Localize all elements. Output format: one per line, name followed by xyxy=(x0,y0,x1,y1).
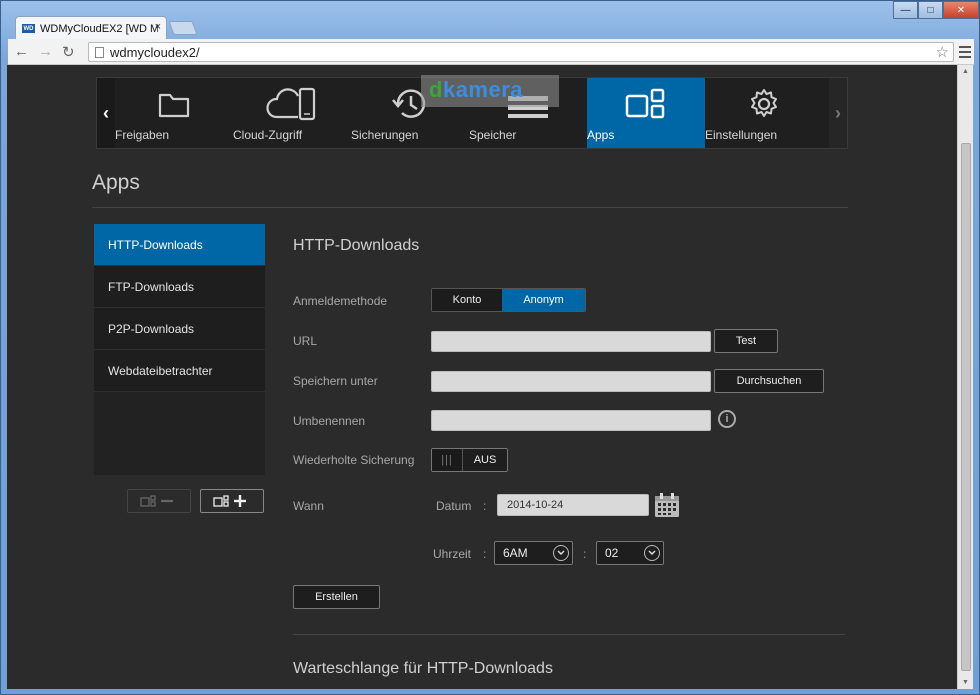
nav-item-freigaben[interactable]: Freigaben xyxy=(115,78,233,148)
rename-input[interactable] xyxy=(431,410,711,431)
sidebar-item-p2p-downloads[interactable]: P2P-Downloads xyxy=(94,308,265,350)
nav-label: Speicher xyxy=(469,128,517,142)
time-colon: : xyxy=(483,547,487,561)
window-close-button[interactable]: ✕ xyxy=(943,1,979,19)
title-divider xyxy=(92,207,848,208)
date-colon: : xyxy=(483,499,487,513)
nav-label: Sicherungen xyxy=(351,128,419,142)
login-option-anonym[interactable]: Anonym xyxy=(502,289,585,311)
url-text: wdmycloudex2/ xyxy=(110,44,200,60)
hour-minute-colon: : xyxy=(583,547,587,561)
toggle-grip: ||| xyxy=(432,449,463,471)
recurring-backup-toggle[interactable]: ||| AUS xyxy=(431,448,508,472)
nav-label: Apps xyxy=(587,128,615,142)
page-title: Apps xyxy=(92,171,140,194)
queue-title: Warteschlange für HTTP-Downloads xyxy=(293,660,553,677)
calendar-icon[interactable] xyxy=(654,493,680,518)
tab-title: WDMyCloudEX2 [WD My xyxy=(40,22,158,35)
cloud-phone-icon xyxy=(266,87,316,121)
folder-icon xyxy=(158,93,190,118)
time-label: Uhrzeit xyxy=(433,547,472,561)
info-icon[interactable]: i xyxy=(718,410,736,428)
tab-strip: WD WDMyCloudEX2 [WD My × xyxy=(1,1,980,40)
nav-label: Einstellungen xyxy=(705,128,778,142)
create-button[interactable]: Erstellen xyxy=(293,585,380,609)
minute-select[interactable]: 02 xyxy=(596,541,664,565)
rename-label: Umbenennen xyxy=(293,414,366,428)
nav-item-cloud-zugriff[interactable]: Cloud-Zugriff xyxy=(233,78,351,148)
watermark-logo: dkamera xyxy=(421,75,559,107)
gear-icon xyxy=(751,89,777,117)
date-input[interactable]: 2014-10-24 xyxy=(497,494,649,516)
section-divider xyxy=(293,634,845,635)
browser-toolbar: ← → ↻ wdmycloudex2/ ☆ xyxy=(8,39,974,65)
scrollbar-thumb[interactable] xyxy=(961,143,971,671)
remove-app-button[interactable] xyxy=(127,489,191,513)
apps-icon xyxy=(625,88,665,119)
nav-left-arrow-icon[interactable]: ‹ xyxy=(97,78,115,148)
section-title: HTTP-Downloads xyxy=(293,237,420,254)
add-app-icon xyxy=(213,495,246,507)
nav-label: Cloud-Zugriff xyxy=(233,128,303,142)
scroll-up-icon[interactable]: ▲ xyxy=(962,68,969,75)
minute-value: 02 xyxy=(605,546,619,560)
test-button[interactable]: Test xyxy=(714,329,778,353)
nav-item-einstellungen[interactable]: Einstellungen xyxy=(705,78,823,148)
forward-arrow-icon[interactable]: → xyxy=(38,43,53,60)
remove-app-icon xyxy=(140,495,173,507)
login-option-konto[interactable]: Konto xyxy=(432,289,502,311)
address-bar[interactable]: wdmycloudex2/ ☆ xyxy=(88,42,954,62)
hour-value: 6AM xyxy=(503,546,528,560)
toggle-state: AUS xyxy=(463,449,507,471)
chevron-down-icon xyxy=(553,545,569,561)
apps-sidebar: HTTP-Downloads FTP-Downloads P2P-Downloa… xyxy=(94,224,265,475)
tab-close-icon[interactable]: × xyxy=(155,21,161,33)
when-label: Wann xyxy=(293,499,324,513)
chevron-down-icon xyxy=(644,545,660,561)
sidebar-item-http-downloads[interactable]: HTTP-Downloads xyxy=(94,224,265,266)
page-scrollbar[interactable]: ▲ ▼ xyxy=(957,65,973,689)
window-maximize-button[interactable]: □ xyxy=(918,1,943,19)
url-input[interactable] xyxy=(431,331,711,352)
page-icon xyxy=(95,46,104,58)
back-arrow-icon[interactable]: ← xyxy=(14,43,29,60)
nav-item-apps[interactable]: Apps xyxy=(587,78,705,148)
browser-menu-icon[interactable] xyxy=(959,43,971,61)
nav-label: Freigaben xyxy=(115,128,170,142)
browser-tab[interactable]: WD WDMyCloudEX2 [WD My × xyxy=(15,16,167,40)
wd-favicon-icon: WD xyxy=(22,24,35,33)
reload-icon[interactable]: ↻ xyxy=(62,43,75,61)
bookmark-star-icon[interactable]: ☆ xyxy=(936,43,949,61)
sidebar-item-ftp-downloads[interactable]: FTP-Downloads xyxy=(94,266,265,308)
sidebar-item-webdateibetrachter[interactable]: Webdateibetrachter xyxy=(94,350,265,392)
save-to-label: Speichern unter xyxy=(293,374,378,388)
login-method-toggle: Konto Anonym xyxy=(431,288,586,312)
new-tab-button[interactable] xyxy=(168,21,198,35)
hour-select[interactable]: 6AM xyxy=(494,541,573,565)
recurring-backup-label: Wiederholte Sicherung xyxy=(293,453,415,467)
login-method-label: Anmeldemethode xyxy=(293,294,388,308)
save-to-input[interactable] xyxy=(431,371,711,392)
scroll-down-icon[interactable]: ▼ xyxy=(962,679,969,686)
window-minimize-button[interactable]: — xyxy=(893,1,918,19)
url-label: URL xyxy=(293,334,318,348)
browse-button[interactable]: Durchsuchen xyxy=(714,369,824,393)
add-app-button[interactable] xyxy=(200,489,264,513)
page-viewport: ‹ Freigaben Cloud-Zugriff Sicherungen Sp… xyxy=(7,65,957,689)
nav-right-arrow-icon[interactable]: › xyxy=(829,78,847,148)
date-label: Datum xyxy=(436,499,472,513)
